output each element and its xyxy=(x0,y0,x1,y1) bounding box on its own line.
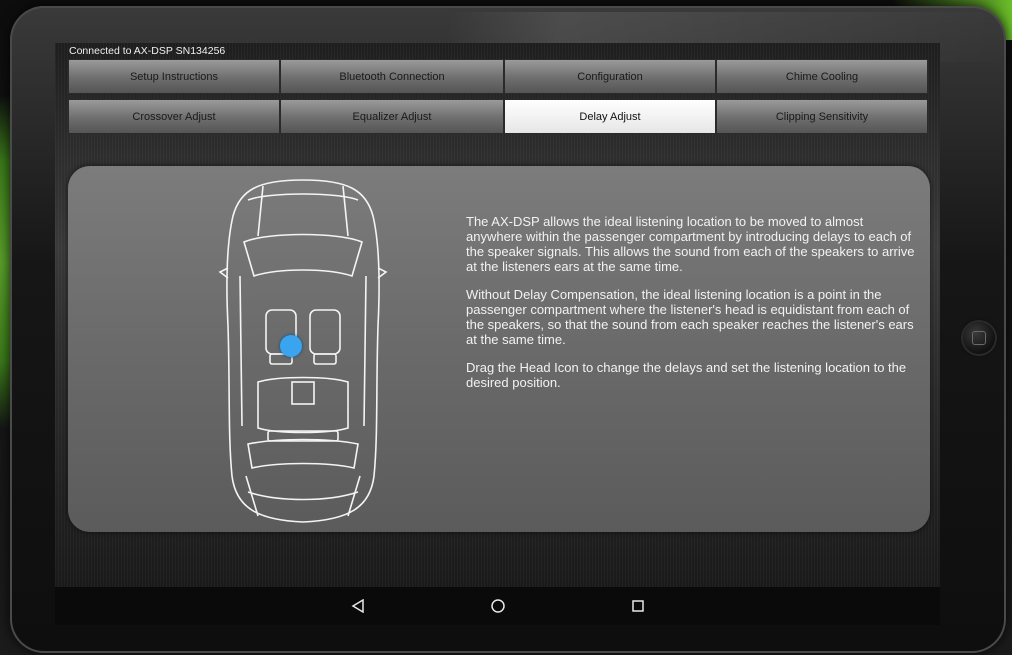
tablet-home-button[interactable] xyxy=(963,322,995,354)
recents-icon xyxy=(632,600,644,612)
tab-equalizer-adjust[interactable]: Equalizer Adjust xyxy=(280,99,504,134)
tab-setup-instructions[interactable]: Setup Instructions xyxy=(68,59,280,94)
description-paragraph-2: Without Delay Compensation, the ideal li… xyxy=(466,287,914,347)
home-button[interactable] xyxy=(487,595,509,617)
tab-delay-adjust[interactable]: Delay Adjust xyxy=(504,99,716,134)
tab-configuration[interactable]: Configuration xyxy=(504,59,716,94)
connection-status: Connected to AX-DSP SN134256 xyxy=(69,45,226,57)
home-icon xyxy=(491,599,505,613)
car-top-view xyxy=(218,179,388,523)
recents-button[interactable] xyxy=(627,595,649,617)
back-icon xyxy=(351,599,364,613)
delay-panel: The AX-DSP allows the ideal listening lo… xyxy=(68,166,930,532)
description-paragraph-1: The AX-DSP allows the ideal listening lo… xyxy=(466,214,915,274)
tab-clipping-sensitivity[interactable]: Clipping Sensitivity xyxy=(716,99,928,134)
app-screen: Connected to AX-DSP SN134256 Setup Instr… xyxy=(55,43,940,625)
delay-description: The AX-DSP allows the ideal listening lo… xyxy=(466,214,921,403)
description-paragraph-3: Drag the Head Icon to change the delays … xyxy=(466,360,907,390)
android-nav-bar xyxy=(55,587,940,625)
head-icon[interactable] xyxy=(280,335,302,357)
tab-crossover-adjust[interactable]: Crossover Adjust xyxy=(68,99,280,134)
tab-chime-cooling[interactable]: Chime Cooling xyxy=(716,59,928,94)
tab-bluetooth-connection[interactable]: Bluetooth Connection xyxy=(280,59,504,94)
back-button[interactable] xyxy=(347,595,369,617)
